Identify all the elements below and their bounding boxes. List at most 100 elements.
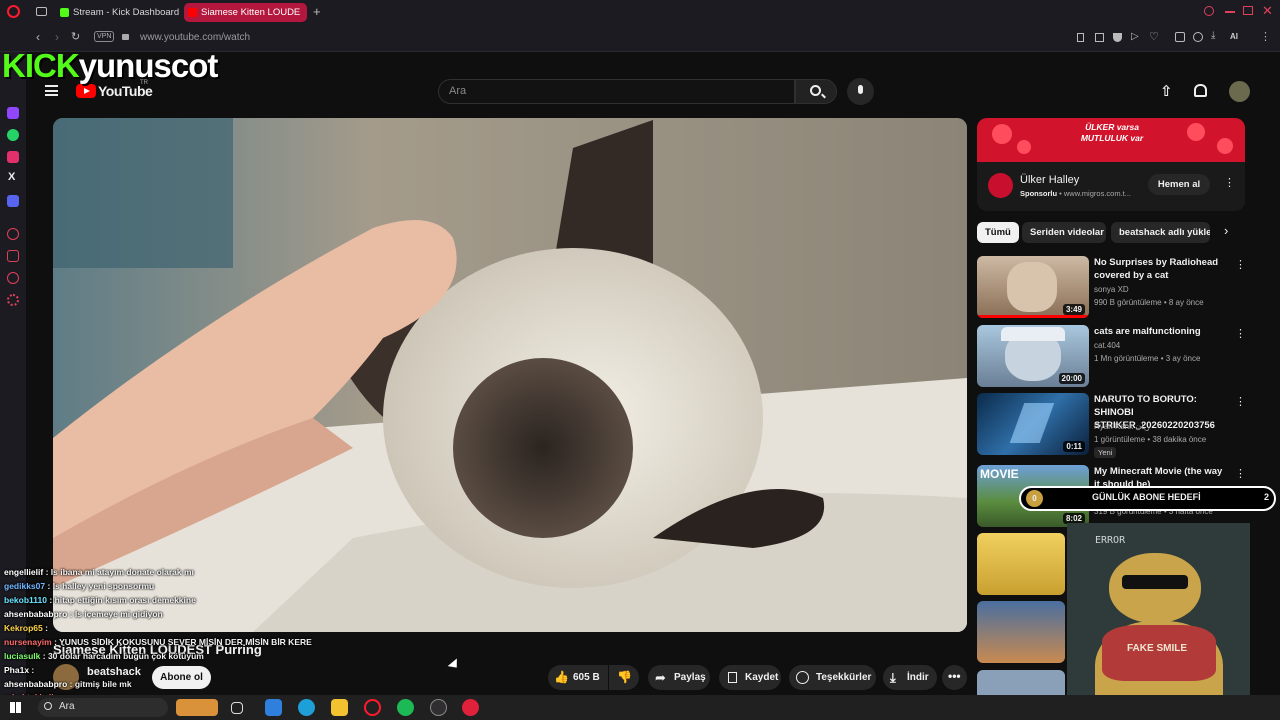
video-thumbnail[interactable]: 20:00 — [977, 325, 1089, 387]
history-icon[interactable] — [7, 272, 19, 284]
bookmark-icon[interactable] — [1077, 33, 1084, 42]
subscribe-button[interactable]: Abone ol — [152, 666, 211, 689]
video-thumbnail[interactable]: 3:49 — [977, 256, 1089, 318]
tab-youtube-video[interactable]: Siamese Kitten LOUDE — [184, 3, 307, 22]
recommendation-item[interactable]: 0:11 NARUTO TO BORUTO: SHINOBI STRIKER_2… — [977, 393, 1246, 458]
recommendation-thumbnail[interactable] — [977, 670, 1065, 695]
obs-icon[interactable] — [430, 699, 447, 716]
url-field[interactable]: www.youtube.com/watch — [140, 32, 250, 43]
chip-all[interactable]: Tümü — [977, 222, 1019, 243]
download-button[interactable]: ⤓ İndir — [883, 665, 937, 690]
heart-icon[interactable]: ♡ — [1149, 30, 1159, 43]
recommendation-item[interactable]: 3:49 No Surprises by Radiohead covered b… — [977, 256, 1246, 318]
search-tabs-icon[interactable] — [1204, 6, 1214, 16]
video-title[interactable]: cats are malfunctioning — [1094, 325, 1224, 338]
sponsored-ad-card[interactable]: ÜLKER varsa MUTLULUK var Ülker Halley Sp… — [977, 118, 1245, 211]
more-actions-button[interactable]: ••• — [942, 665, 967, 690]
instagram-icon[interactable] — [7, 151, 19, 163]
widgets-icon[interactable] — [265, 699, 282, 716]
shield-icon[interactable] — [1113, 33, 1122, 42]
cube-icon[interactable] — [7, 250, 19, 262]
browser-tab-bar: Stream - Kick Dashboard Siamese Kitten L… — [0, 0, 1280, 24]
chat-text: : Is içemeye mi gidiyon — [69, 609, 163, 619]
notifications-bell-icon[interactable] — [1194, 84, 1207, 97]
close-window-button[interactable]: ✕ — [1262, 3, 1273, 19]
channel-name[interactable]: cat.404 — [1094, 341, 1120, 350]
video-player[interactable] — [53, 118, 967, 632]
ad-banner[interactable]: ÜLKER varsa MUTLULUK var — [977, 118, 1245, 162]
upload-icon[interactable]: ⇧ — [1160, 82, 1173, 100]
chat-text: : — [45, 623, 48, 633]
file-explorer-icon[interactable] — [331, 699, 348, 716]
back-icon[interactable]: ‹ — [36, 30, 40, 44]
video-title[interactable]: No Surprises by Radiohead covered by a c… — [1094, 256, 1224, 282]
more-options-icon[interactable]: ⋮ — [1235, 467, 1246, 480]
opera-logo-icon[interactable] — [7, 5, 20, 18]
channel-name[interactable]: Ryan Kank ريان — [1094, 422, 1150, 431]
ad-cta-button[interactable]: Hemen al — [1148, 174, 1210, 195]
tab-overview-icon[interactable] — [36, 7, 47, 16]
snapshot-icon[interactable] — [1095, 33, 1104, 42]
x-icon[interactable]: X — [8, 171, 15, 183]
share-button[interactable]: ➦ Paylaş — [648, 665, 710, 690]
discord-icon[interactable] — [7, 195, 19, 207]
share-label: Paylaş — [674, 672, 706, 683]
recommendation-item[interactable]: 20:00 cats are malfunctioning cat.404 1 … — [977, 325, 1246, 387]
minimize-button[interactable] — [1225, 11, 1235, 13]
chip-channel-uploads[interactable]: beatshack adlı yükle — [1111, 222, 1210, 243]
account-avatar[interactable] — [1229, 81, 1250, 102]
download-icon[interactable]: ⤓ — [1211, 30, 1215, 41]
thumbs-up-icon: 👍 — [554, 670, 569, 684]
taskbar-search[interactable]: Ara — [38, 698, 168, 717]
share-page-icon[interactable] — [1193, 32, 1203, 42]
twitch-icon[interactable] — [7, 107, 19, 119]
more-options-icon[interactable]: ⋮ — [1235, 258, 1246, 271]
new-tab-button[interactable]: + — [313, 4, 321, 19]
ai-label: AI — [1230, 32, 1238, 41]
forward-icon[interactable]: › — [55, 30, 59, 44]
chat-text: : 30 dolar harcadım bugün çok kötüyüm — [42, 651, 204, 661]
chat-user: ahsenbababpro — [4, 609, 68, 619]
windows-start-icon[interactable] — [10, 702, 21, 713]
thanks-button[interactable]: Teşekkürler — [789, 665, 876, 690]
whatsapp-icon[interactable] — [7, 129, 19, 141]
opera-taskbar-icon[interactable] — [364, 699, 381, 716]
play-icon[interactable]: ▷ — [1131, 31, 1139, 42]
goal-label: GÜNLÜK ABONE HEDEFİ — [1092, 492, 1201, 502]
video-thumbnail[interactable]: 0:11 — [977, 393, 1089, 455]
recommendation-thumbnail[interactable] — [977, 533, 1065, 595]
vpn-badge[interactable]: VPN — [94, 31, 115, 42]
recommendation-thumbnail[interactable] — [977, 601, 1065, 663]
extensions-icon[interactable] — [1175, 32, 1185, 42]
cat-widget-icon[interactable] — [176, 699, 218, 716]
search-button[interactable] — [795, 79, 837, 104]
spotify-icon[interactable] — [397, 699, 414, 716]
dislike-button[interactable]: 👎 — [609, 665, 639, 690]
clock-icon[interactable] — [7, 228, 19, 240]
task-view-icon[interactable] — [231, 702, 243, 714]
hamburger-menu-icon[interactable] — [45, 85, 58, 96]
browser-menu-icon[interactable]: ⋮ — [1260, 30, 1271, 43]
settings-icon[interactable] — [7, 294, 19, 306]
maximize-button[interactable] — [1243, 6, 1253, 15]
subscriber-goal-bar: 0 GÜNLÜK ABONE HEDEFİ 2 — [1019, 486, 1276, 511]
like-button[interactable]: 👍 605 B — [548, 665, 608, 690]
chip-series[interactable]: Seriden videolar — [1022, 222, 1106, 243]
voice-search-button[interactable] — [847, 78, 874, 105]
chips-next-icon[interactable]: › — [1224, 223, 1228, 238]
search-input[interactable]: Ara — [438, 79, 795, 104]
ad-more-icon[interactable]: ⋮ — [1224, 176, 1235, 189]
media-player-icon[interactable] — [462, 699, 479, 716]
channel-name[interactable]: beatshack — [87, 666, 141, 678]
reload-icon[interactable]: ↻ — [71, 30, 80, 43]
more-options-icon[interactable]: ⋮ — [1235, 395, 1246, 408]
channel-name[interactable]: sonya XD — [1094, 285, 1129, 294]
ai-button[interactable]: AI — [1230, 32, 1238, 41]
tab-kick-dashboard[interactable]: Stream - Kick Dashboard — [56, 3, 180, 22]
more-options-icon[interactable]: ⋮ — [1235, 327, 1246, 340]
edge-icon[interactable] — [298, 699, 315, 716]
save-button[interactable]: Kaydet — [719, 665, 781, 690]
thanks-heart-icon — [796, 671, 809, 684]
kick-streamer-logo: KICKyunuscot — [2, 47, 218, 85]
screen: Stream - Kick Dashboard Siamese Kitten L… — [0, 0, 1280, 720]
